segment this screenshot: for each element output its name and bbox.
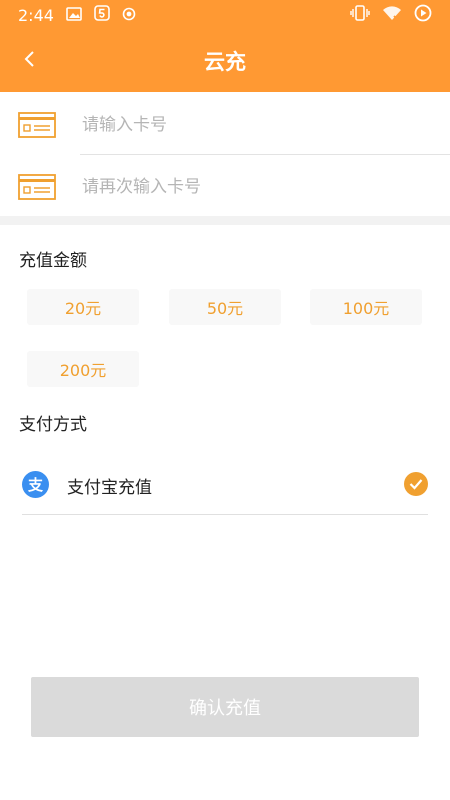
status-bar-right (350, 4, 432, 26)
battery-icon (414, 4, 432, 26)
wifi-icon (382, 5, 402, 25)
amount-option-100[interactable]: 100元 (310, 289, 422, 325)
notification-5-icon (94, 5, 110, 25)
card-number-input[interactable] (80, 101, 444, 149)
status-time: 2:44 (18, 5, 54, 25)
record-icon (122, 6, 136, 25)
confirm-recharge-button[interactable]: 确认充值 (31, 677, 419, 737)
amount-option-20[interactable]: 20元 (27, 289, 139, 325)
card-number-confirm-input[interactable] (80, 163, 444, 211)
amount-section-title: 充值金额 (19, 251, 87, 271)
amount-option-200[interactable]: 200元 (27, 351, 139, 387)
payment-method-alipay[interactable]: 支 支付宝充值 (22, 460, 428, 515)
section-separator (0, 216, 450, 225)
alipay-icon: 支 (22, 471, 49, 498)
payment-method-label: 支付宝充值 (67, 478, 152, 498)
app-bar: 云充 (0, 30, 450, 92)
card-number-row (0, 93, 450, 155)
page-title: 云充 (204, 50, 246, 74)
check-icon[interactable] (404, 472, 428, 496)
card-number-confirm-row (0, 155, 450, 217)
amount-option-50[interactable]: 50元 (169, 289, 281, 325)
status-bar-left: 2:44 (18, 5, 136, 25)
status-bar: 2:44 (0, 0, 450, 30)
vibrate-icon (350, 5, 370, 25)
card-icon (18, 112, 56, 142)
payment-section-title: 支付方式 (19, 415, 87, 435)
card-icon (18, 174, 56, 204)
image-icon (66, 6, 82, 25)
